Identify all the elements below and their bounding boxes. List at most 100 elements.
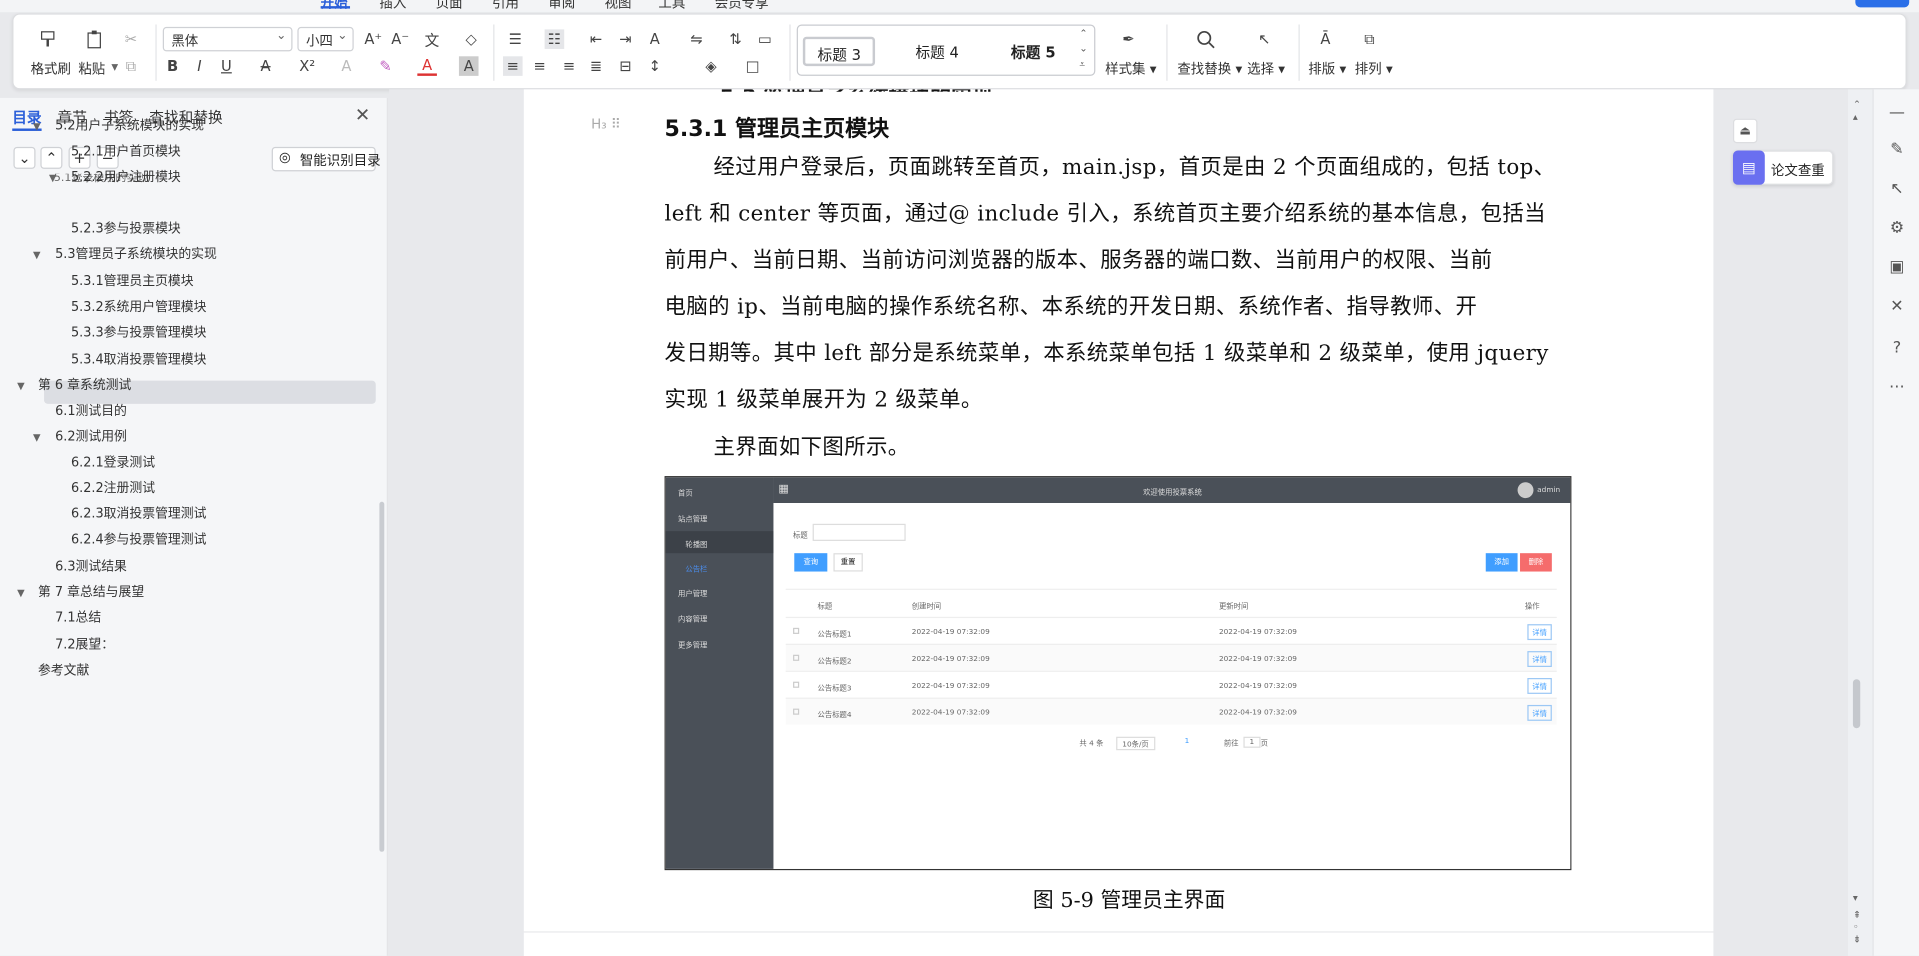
toc-expand-icon[interactable]: ▼ [17, 373, 25, 399]
chinese-layout-icon[interactable]: A [645, 29, 665, 49]
numbered-list-icon[interactable]: ☷ [544, 29, 565, 49]
toc-item[interactable]: 6.3测试结果 [55, 554, 127, 580]
show-marks-icon[interactable]: ▭ [755, 29, 775, 49]
menu-review[interactable]: 审阅 [548, 0, 575, 12]
paper-check-icon[interactable]: ▤ [1732, 150, 1765, 185]
highlight-icon[interactable]: ✎ [376, 56, 396, 76]
toc-item[interactable]: ▼ 5.3管理员子系统模块的实现 [33, 242, 217, 268]
arrange-label[interactable]: 排列 ▾ [1355, 59, 1393, 79]
style-heading-3[interactable]: 标题 3 [802, 36, 876, 67]
clear-format-icon[interactable]: ◇ [461, 29, 481, 49]
toc-item[interactable]: ▼ 第 7 章总结与展望 [17, 580, 144, 606]
paste-icon[interactable] [84, 29, 104, 49]
phonetic-icon[interactable]: 文 [422, 29, 442, 49]
scroll-up-icon[interactable]: ▴ [1853, 111, 1858, 122]
menu-page[interactable]: 页面 [436, 0, 463, 12]
arrange-icon[interactable]: ⧉ [1360, 29, 1380, 49]
scroll-down-icon[interactable]: ▾ [1853, 892, 1858, 903]
find-replace-label[interactable]: 查找替换 ▾ [1177, 59, 1242, 79]
menu-tools[interactable]: 工具 [658, 0, 685, 12]
style-heading-5[interactable]: 标题 5 [999, 37, 1068, 66]
style-expand-icon[interactable]: ⩡ [1079, 59, 1085, 71]
toc-item[interactable]: 5.3.3参与投票管理模块 [71, 321, 207, 347]
tools-icon[interactable]: ✕ [1886, 295, 1908, 317]
toc-expand-icon[interactable]: ▼ [33, 425, 41, 451]
find-replace-icon[interactable] [1196, 29, 1216, 49]
select-tool-icon[interactable]: ↖ [1886, 177, 1908, 199]
copy-icon[interactable]: ⧉ [121, 56, 141, 76]
text-direction-icon[interactable]: ⇋ [687, 29, 707, 49]
menu-insert[interactable]: 插入 [379, 0, 406, 12]
collapse-float-icon[interactable]: ⏏ [1732, 118, 1758, 144]
edit-icon[interactable]: ✎ [1886, 138, 1908, 160]
style-set-icon[interactable]: ✒ [1119, 29, 1139, 49]
align-center-icon[interactable]: ≡ [530, 56, 550, 76]
style-set-label[interactable]: 样式集 ▾ [1105, 59, 1156, 79]
ai-toc-button[interactable]: ◎ 智能识别目录 [271, 146, 381, 172]
more-icon[interactable]: ⋯ [1886, 376, 1908, 398]
font-color-icon[interactable]: A [417, 56, 437, 76]
toc-expand-icon[interactable]: ▼ [49, 165, 57, 191]
superscript-icon[interactable]: X² [297, 56, 317, 76]
font-family-select[interactable]: 黑体 ⌄ [162, 26, 293, 52]
format-painter-label[interactable]: 格式刷 [31, 59, 71, 79]
toc-item[interactable]: ▼ 第 6 章系统测试 [17, 373, 131, 399]
scroll-thumb[interactable] [1852, 679, 1861, 729]
sort-icon[interactable]: ⇅ [726, 29, 746, 49]
menu-reference[interactable]: 引用 [492, 0, 519, 12]
style-heading-4[interactable]: 标题 4 [903, 37, 971, 66]
shading-icon[interactable]: ◈ [701, 56, 721, 76]
toc-item[interactable]: 7.2展望： [55, 633, 114, 659]
menu-view[interactable]: 视图 [605, 0, 632, 12]
paste-label[interactable]: 粘贴 [78, 59, 105, 79]
underline-icon[interactable]: U [217, 56, 237, 76]
justify-icon[interactable]: ≣ [586, 56, 606, 76]
toc-item[interactable]: 5.3.2系统用户管理模块 [71, 295, 207, 321]
toc-item[interactable]: 5.2.1用户首页模块 [71, 140, 181, 166]
toc-item[interactable]: 7.1总结 [55, 606, 101, 632]
toc-item[interactable]: 5.3.1管理员主页模块 [71, 269, 194, 295]
bullet-list-icon[interactable]: ☰ [505, 29, 525, 49]
toc-expand-icon[interactable]: ▼ [17, 580, 25, 606]
page-select-icon[interactable]: ◦ [1853, 922, 1859, 933]
shrink-font-icon[interactable]: A⁻ [390, 29, 410, 49]
collapse-all-button[interactable]: ⌄ [13, 146, 36, 169]
format-painter-icon[interactable] [38, 29, 58, 49]
toc-item[interactable]: ▼ 6.2测试用例 [33, 425, 127, 451]
next-page-icon[interactable]: ⇟ [1853, 934, 1861, 945]
toc-item[interactable]: ▼ 5.2用户子系统模块的实现 [33, 114, 204, 140]
cut-icon[interactable]: ✂ [121, 29, 141, 49]
italic-icon[interactable]: I [190, 56, 210, 76]
toc-item[interactable]: 6.2.2注册测试 [71, 476, 155, 502]
font-size-select[interactable]: 小四 ⌄ [297, 26, 354, 52]
toc-item[interactable]: 5.2.3参与投票模块 [71, 217, 181, 243]
help-icon[interactable]: ? [1886, 337, 1908, 359]
toc-item[interactable]: 6.1测试目的 [55, 399, 127, 425]
layout-icon[interactable]: Ā [1316, 29, 1336, 49]
toc-expand-icon[interactable]: ▼ [33, 242, 41, 268]
toc-item[interactable]: 6.2.1登录测试 [71, 450, 155, 476]
char-shading-icon[interactable]: A [458, 56, 479, 76]
document-page[interactable]: 5.3 管理员子系统模块的实现 H₃ ⠿ 5.3.1 管理员主页模块 经过用户登… [523, 89, 1714, 932]
toc-item[interactable]: ▼ 5.2.2用户注册模块 [49, 165, 181, 191]
vertical-scroll-region[interactable]: ⌃ ▴ ▾ ⇞ ◦ ⇟ [1848, 89, 1873, 956]
minimize-panel-icon[interactable]: — [1886, 102, 1908, 124]
distributed-icon[interactable]: ⊟ [616, 56, 636, 76]
layout-label[interactable]: 排版 ▾ [1308, 59, 1346, 79]
menu-vip[interactable]: 会员专享 [715, 0, 769, 12]
toc-item[interactable]: 参考文献 [38, 658, 89, 684]
border-icon[interactable]: □ [743, 56, 763, 76]
strikethrough-icon[interactable]: A [256, 56, 276, 76]
scroll-top-icon[interactable]: ⌃ [1853, 99, 1861, 110]
close-pane-icon[interactable]: ✕ [355, 104, 370, 126]
align-right-icon[interactable]: ≡ [559, 56, 579, 76]
toc-expand-icon[interactable]: ▼ [33, 114, 41, 140]
align-left-icon[interactable]: ≡ [503, 56, 523, 76]
share-button[interactable] [1855, 0, 1910, 8]
toc-item[interactable]: 6.2.4参与投票管理测试 [71, 527, 207, 553]
review-icon[interactable]: ▣ [1886, 256, 1908, 278]
line-spacing-icon[interactable]: ↕ [645, 56, 665, 76]
select-cursor-icon[interactable]: ↖ [1254, 29, 1274, 49]
style-scroll-up-icon[interactable]: ⌃ [1079, 28, 1087, 39]
select-label[interactable]: 选择 ▾ [1247, 59, 1285, 79]
